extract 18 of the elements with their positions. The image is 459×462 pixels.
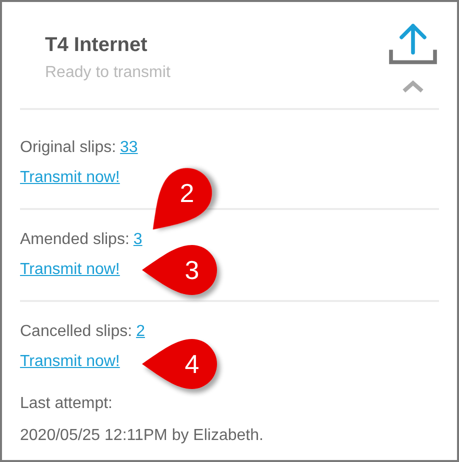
- upload-icon[interactable]: [389, 22, 437, 66]
- last-attempt-text: 2020/05/25 12:11PM by Elizabeth.: [20, 427, 264, 445]
- slip-label: Original slips:: [20, 139, 116, 157]
- callout-marker: 2: [152, 167, 214, 231]
- slip-count-link[interactable]: 2: [136, 323, 145, 341]
- slip-count-link[interactable]: 3: [133, 231, 142, 249]
- callout-marker: 3: [141, 244, 219, 296]
- status-text: Ready to transmit: [45, 64, 170, 82]
- last-attempt-label: Last attempt:: [20, 395, 112, 413]
- transmit-link[interactable]: Transmit now!: [20, 353, 120, 371]
- transmit-link[interactable]: Transmit now!: [20, 261, 120, 279]
- transmit-link[interactable]: Transmit now!: [20, 169, 120, 187]
- slip-count-link[interactable]: 33: [120, 139, 138, 157]
- callout-marker: 4: [141, 338, 219, 390]
- slip-label: Amended slips:: [20, 231, 130, 249]
- chevron-up-icon[interactable]: [402, 80, 424, 93]
- slip-label: Cancelled slips:: [20, 323, 132, 341]
- panel-title: T4 Internet: [45, 33, 148, 57]
